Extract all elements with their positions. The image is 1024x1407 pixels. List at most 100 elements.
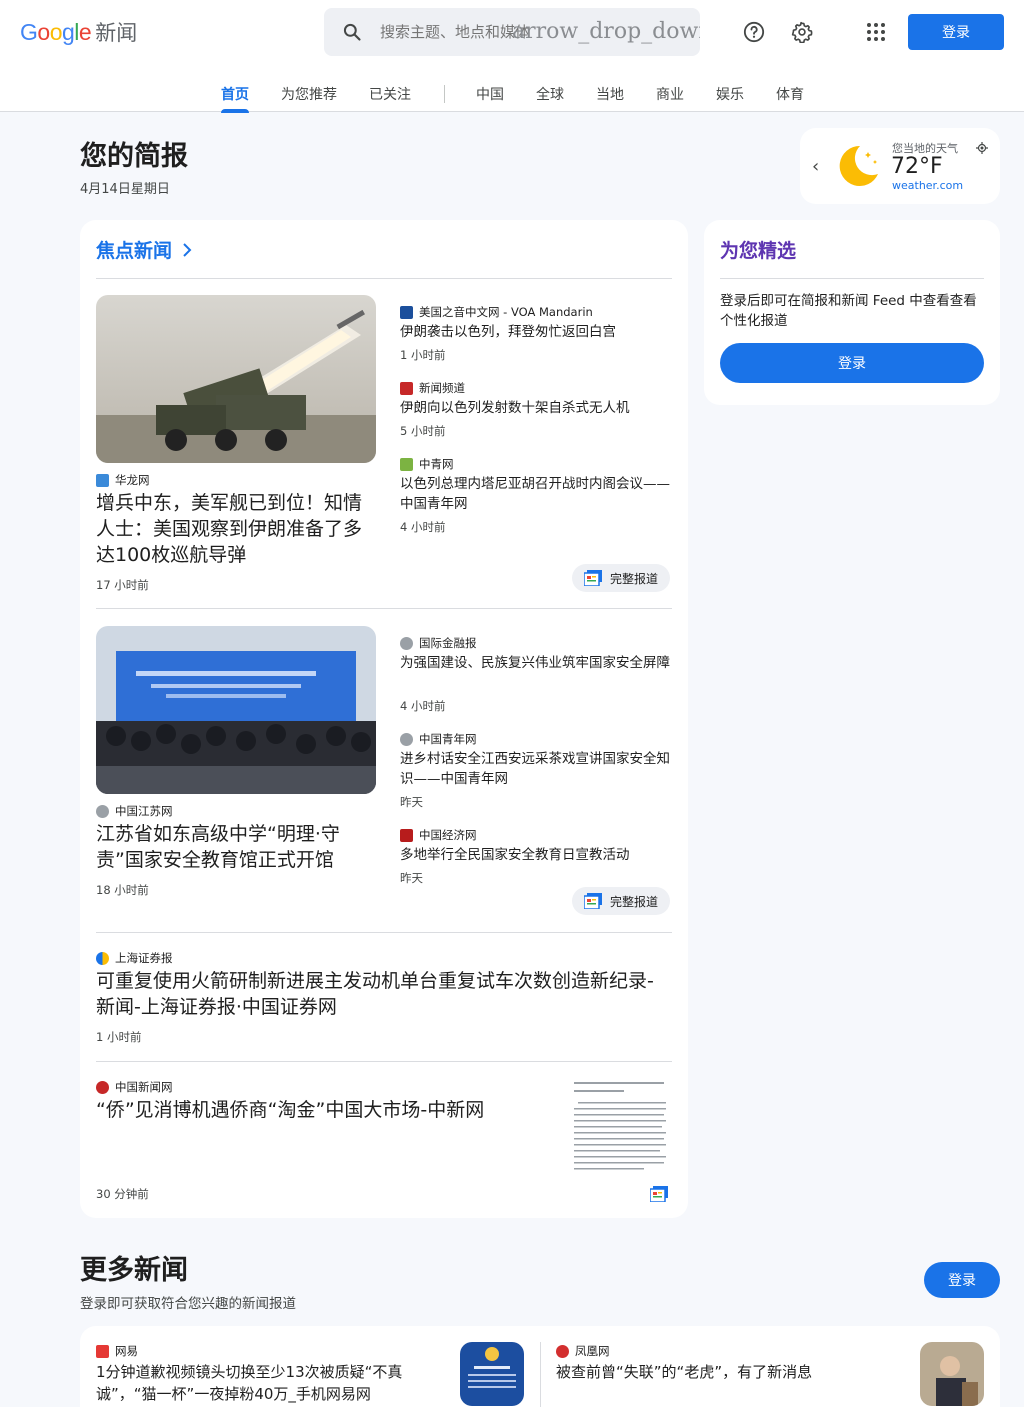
story-headline[interactable]: 1分钟道歉视频镜头切换至少13次被质疑“不真诚”，“猫一杯”一夜掉粉40万_手机… bbox=[96, 1361, 436, 1405]
apps-icon[interactable] bbox=[860, 16, 892, 48]
story-headline[interactable]: 增兵中东，美军舰已到位！知情人士：美国观察到伊朗准备了多达100枚巡航导弹 bbox=[96, 490, 380, 568]
story-headline[interactable]: 伊朗向以色列发射数十架自杀式无人机 bbox=[400, 398, 670, 418]
tab-following[interactable]: 已关注 bbox=[369, 84, 411, 104]
story-time: 30 分钟前 bbox=[96, 1187, 149, 1201]
location-icon[interactable] bbox=[976, 142, 988, 154]
source-label: 华龙网 bbox=[96, 472, 150, 488]
tab-home[interactable]: 首页 bbox=[221, 84, 249, 104]
source-logo-icon bbox=[96, 951, 109, 965]
story-headline[interactable]: 多地举行全民国家安全教育日宣教活动 bbox=[400, 845, 670, 865]
full-coverage-icon[interactable] bbox=[650, 1186, 668, 1202]
tab-entertainment[interactable]: 娱乐 bbox=[716, 84, 744, 104]
source-label: 中青网 bbox=[400, 456, 454, 472]
source-logo-icon bbox=[400, 828, 413, 842]
logo-news-word: 新闻 bbox=[95, 21, 138, 45]
story-time: 4 小时前 bbox=[400, 699, 446, 713]
picks-title: 为您精选 bbox=[720, 240, 797, 262]
more-news-login-button[interactable]: 登录 bbox=[924, 1262, 1000, 1298]
source-logo-icon bbox=[400, 457, 413, 471]
source-label: 凤凰网 bbox=[556, 1343, 610, 1359]
story-headline[interactable]: 被查前曾“失联”的“老虎”，有了新消息 bbox=[556, 1361, 896, 1383]
source-label: 中国江苏网 bbox=[96, 803, 173, 819]
story-headline[interactable]: 江苏省如东高级中学“明理·守责”国家安全教育馆正式开馆 bbox=[96, 821, 380, 873]
top-stories-card: 焦点新闻 华龙网 增兵中东，美军舰已到位！知情人士：美国观察到伊朗准备了多达10… bbox=[80, 220, 688, 1218]
story-time: 18 小时前 bbox=[96, 883, 149, 897]
tab-china[interactable]: 中国 bbox=[476, 84, 504, 104]
document-thumbnail[interactable] bbox=[572, 1078, 672, 1178]
source-label: 中国经济网 bbox=[400, 827, 477, 843]
story-time: 4 小时前 bbox=[400, 520, 446, 534]
speaker-photo[interactable] bbox=[920, 1342, 984, 1406]
source-label: 中国新闻网 bbox=[96, 1079, 173, 1095]
story-time: 昨天 bbox=[400, 795, 423, 809]
source-logo-icon bbox=[400, 636, 413, 650]
picks-login-button[interactable]: 登录 bbox=[720, 343, 984, 383]
story-time: 昨天 bbox=[400, 871, 423, 885]
search-icon[interactable] bbox=[324, 22, 380, 42]
divider bbox=[96, 278, 672, 279]
story-headline[interactable]: 伊朗袭击以色列，拜登匆忙返回白宫 bbox=[400, 322, 670, 342]
full-coverage-icon bbox=[584, 570, 602, 586]
tab-active-indicator bbox=[221, 109, 249, 113]
story-headline[interactable]: 可重复使用火箭研制新进展主发动机单台重复试车次数创造新纪录-新闻-上海证券报·中… bbox=[96, 968, 672, 1020]
story-time: 17 小时前 bbox=[96, 578, 149, 592]
full-coverage-button[interactable]: 完整报道 bbox=[572, 887, 671, 915]
source-label: 中国青年网 bbox=[400, 731, 477, 747]
tab-for-you[interactable]: 为您推荐 bbox=[281, 84, 337, 104]
source-label: 国际金融报 bbox=[400, 635, 477, 651]
tab-business[interactable]: 商业 bbox=[656, 84, 684, 104]
story-headline[interactable]: 以色列总理内塔尼亚胡召开战时内阁会议——中国青年网 bbox=[400, 474, 670, 514]
full-coverage-button[interactable]: 完整报道 bbox=[572, 564, 671, 592]
help-icon[interactable] bbox=[738, 16, 770, 48]
rocket-launcher-photo[interactable] bbox=[96, 295, 376, 463]
chevron-right-icon bbox=[183, 242, 192, 257]
source-label: 网易 bbox=[96, 1343, 138, 1359]
source-label: 上海证券报 bbox=[96, 950, 173, 966]
more-news-card: 网易 1分钟道歉视频镜头切换至少13次被质疑“不真诚”，“猫一杯”一夜掉粉40万… bbox=[80, 1326, 1000, 1407]
divider bbox=[720, 278, 984, 279]
chevron-left-icon[interactable]: ‹ bbox=[812, 156, 819, 177]
logo-google-word: Google bbox=[20, 18, 92, 45]
source-logo-icon bbox=[96, 804, 109, 818]
ceremony-photo[interactable] bbox=[96, 626, 376, 794]
source-logo-icon bbox=[556, 1344, 569, 1358]
section-tabs: 首页 为您推荐 已关注 中国 全球 当地 商业 娱乐 体育 bbox=[0, 74, 1024, 113]
divider bbox=[540, 1342, 541, 1407]
story-time: 1 小时前 bbox=[96, 1030, 142, 1044]
source-logo-icon bbox=[400, 381, 413, 395]
picks-card: 为您精选 登录后即可在简报和新闻 Feed 中查看查看个性化报道 登录 bbox=[704, 220, 1000, 405]
tab-world[interactable]: 全球 bbox=[536, 84, 564, 104]
google-news-logo[interactable]: Google 新闻 bbox=[20, 18, 137, 46]
source-logo-icon bbox=[96, 1080, 109, 1094]
login-button[interactable]: 登录 bbox=[908, 14, 1004, 50]
weather-source-link[interactable]: weather.com bbox=[892, 179, 963, 192]
story-headline[interactable]: “侨”见消博机遇侨商“淘金”中国大市场-中新网 bbox=[96, 1097, 556, 1123]
weather-widget[interactable]: ‹ 您当地的天气 72°F weather.com bbox=[800, 128, 1000, 204]
story-time: 5 小时前 bbox=[400, 424, 446, 438]
source-logo-icon bbox=[96, 1344, 109, 1358]
top-bar: Google 新闻 arrow_drop_down 登录 首页 为您推荐 已关注… bbox=[0, 0, 1024, 113]
gear-icon[interactable] bbox=[786, 16, 818, 48]
moon-icon bbox=[839, 145, 878, 186]
source-label: 新闻频道 bbox=[400, 380, 465, 396]
briefing-date: 4月14日星期日 bbox=[80, 182, 170, 197]
story-headline[interactable]: 进乡村话安全江西安远采茶戏宣讲国家安全知识——中国青年网 bbox=[400, 749, 670, 789]
divider bbox=[96, 932, 672, 933]
source-logo-icon bbox=[400, 732, 413, 746]
police-notice-thumbnail[interactable] bbox=[460, 1342, 524, 1406]
divider bbox=[96, 1061, 672, 1062]
source-logo-icon bbox=[96, 473, 109, 487]
more-news-subtitle: 登录即可获取符合您兴趣的新闻报道 bbox=[80, 1296, 296, 1312]
source-label: 美国之音中文网 - VOA Mandarin bbox=[400, 304, 593, 320]
full-coverage-icon bbox=[584, 893, 602, 909]
search-bar[interactable]: arrow_drop_down bbox=[324, 8, 700, 56]
dropdown-ligature-text[interactable]: arrow_drop_down bbox=[512, 19, 700, 44]
tab-local[interactable]: 当地 bbox=[596, 84, 624, 104]
divider bbox=[96, 608, 672, 609]
weather-temperature: 72°F bbox=[891, 154, 943, 179]
tab-sports[interactable]: 体育 bbox=[776, 84, 804, 104]
source-logo-icon bbox=[400, 305, 413, 319]
picks-description: 登录后即可在简报和新闻 Feed 中查看查看个性化报道 bbox=[720, 293, 977, 329]
top-stories-heading[interactable]: 焦点新闻 bbox=[96, 236, 192, 263]
story-headline[interactable]: 为强国建设、民族复兴伟业筑牢国家安全屏障 bbox=[400, 653, 670, 673]
